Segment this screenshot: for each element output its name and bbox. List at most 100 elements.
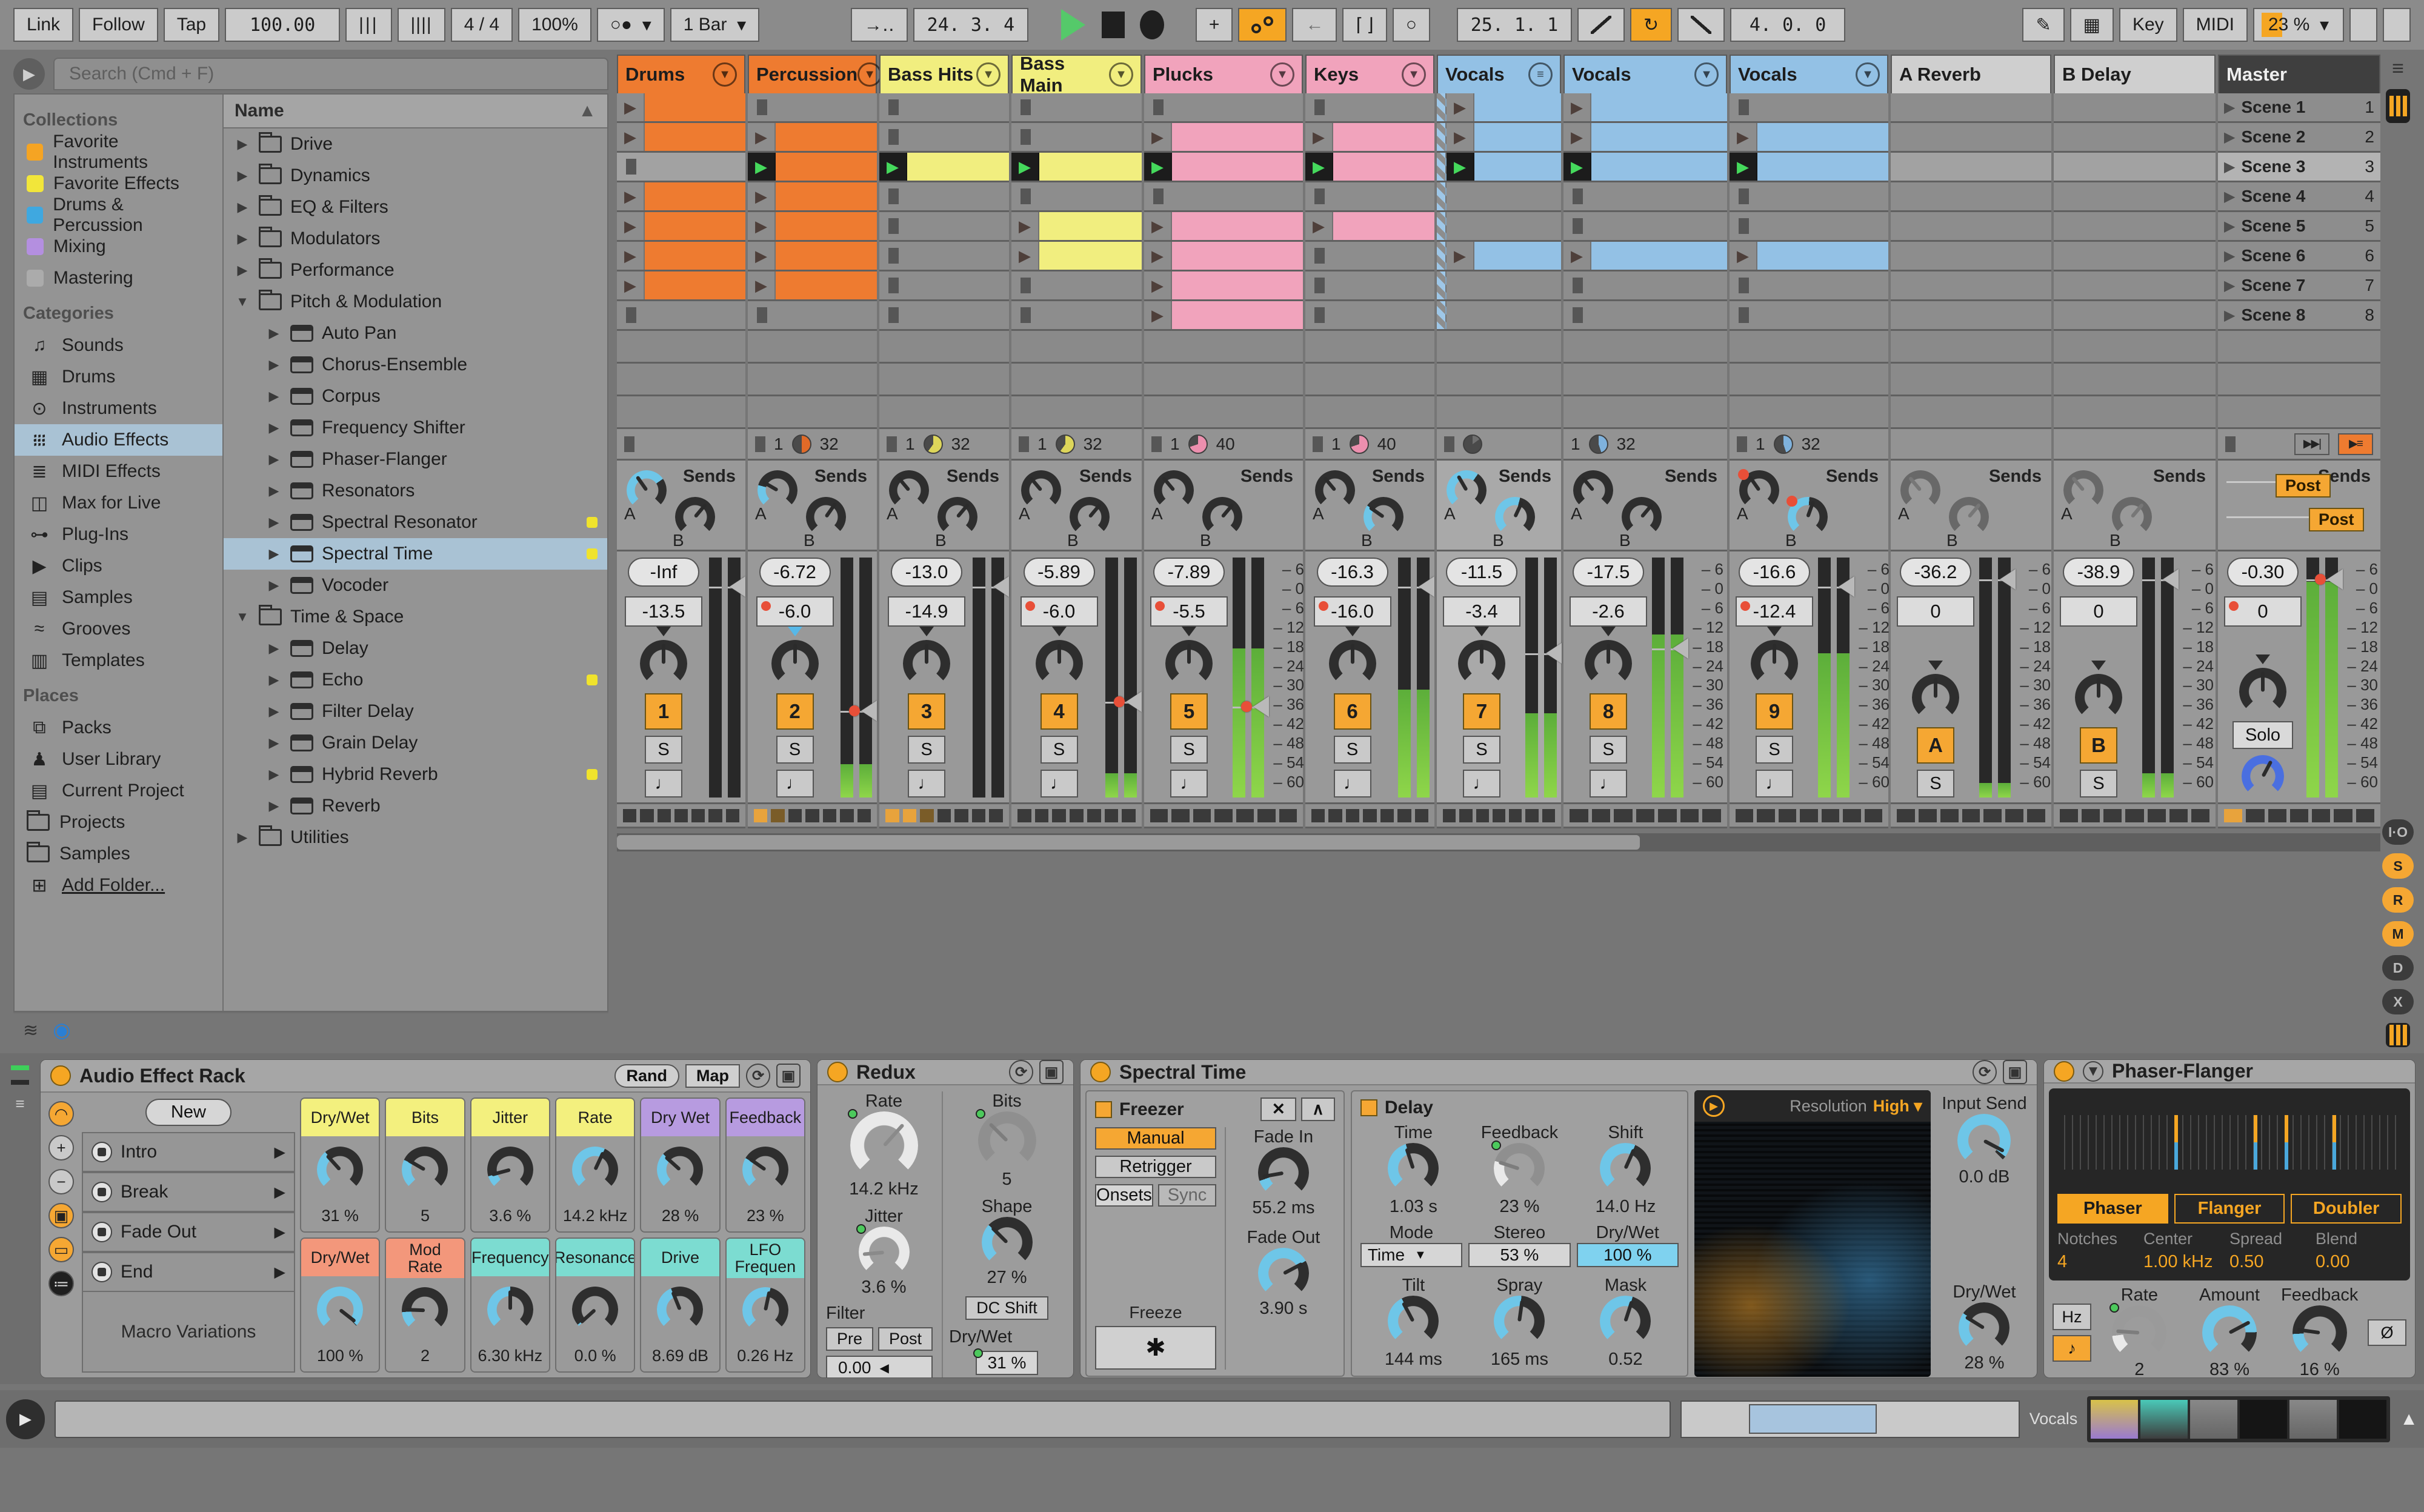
device-chain-minimap[interactable] [2087, 1396, 2391, 1442]
clip-slot[interactable] [1730, 301, 1888, 331]
freezer-x-button[interactable]: ✕ [1260, 1097, 1297, 1121]
clip-slot[interactable]: ▶ [1144, 301, 1303, 331]
volume-field[interactable]: 0 [2224, 596, 2302, 627]
clip-slot[interactable] [1891, 301, 2051, 331]
scene-menu-icon[interactable]: ≡ [2392, 57, 2404, 81]
browser-row-hybrid-reverb[interactable]: ▶ Hybrid Reverb [224, 759, 607, 790]
clip-stop-button[interactable] [748, 93, 776, 121]
clip-stop-button[interactable] [1144, 93, 1172, 121]
track-menu-icon[interactable]: ▼ [1694, 62, 1719, 87]
clip-play-button[interactable]: ▶ [1305, 123, 1333, 151]
clip-stop-button[interactable] [617, 153, 645, 181]
disclosure-triangle[interactable]: ▶ [266, 325, 282, 341]
variation-row-intro[interactable]: Intro ▶ [82, 1132, 295, 1172]
macro-dial[interactable] [317, 1147, 364, 1193]
clip-slot[interactable] [879, 271, 1009, 301]
clip-slot[interactable]: ▶ [748, 271, 877, 301]
stop-all-icon[interactable] [755, 436, 765, 452]
volume-fader-handle[interactable] [2315, 568, 2343, 590]
delay-mask-knob[interactable] [1600, 1296, 1651, 1347]
redux-bits-value[interactable]: 5 [1002, 1170, 1011, 1190]
sidebar-item-drums-percussion[interactable]: Drums & Percussion [15, 195, 222, 235]
resolution-select[interactable]: High ▾ [1873, 1097, 1922, 1116]
track-activator-button[interactable]: 5 [1170, 693, 1208, 730]
redux-drywet-field[interactable]: 31 % [973, 1348, 1039, 1375]
clip-body[interactable] [1757, 153, 1888, 181]
macro-dial[interactable] [317, 1287, 364, 1333]
info-icon[interactable]: ◉ [53, 1018, 71, 1042]
arm-button[interactable]: ♩ [1333, 770, 1371, 798]
clip-slot[interactable]: ▶ [1144, 271, 1303, 301]
groove-nudge-down-icon[interactable]: ||| [345, 8, 392, 42]
clip-play-button[interactable]: ▶ [1563, 123, 1591, 151]
disclosure-triangle[interactable]: ▶ [235, 231, 250, 247]
browser-row-reverb[interactable]: ▶ Reverb [224, 790, 607, 822]
volume-fader-handle[interactable] [993, 576, 1009, 597]
volume-field[interactable]: -6.0 [756, 596, 834, 627]
clip-stop-button[interactable] [1011, 93, 1039, 121]
clip-body[interactable] [1172, 301, 1303, 329]
clip-stop-button[interactable] [879, 182, 907, 210]
clip-body[interactable] [1333, 153, 1434, 181]
clip-stop-button[interactable] [879, 242, 907, 270]
clip-slot[interactable] [1305, 301, 1434, 331]
device-scrollbar[interactable] [55, 1400, 1671, 1438]
redux-filter-post-button[interactable]: Post [878, 1327, 933, 1351]
phaser-center-value[interactable]: 1.00 kHz [2143, 1252, 2229, 1272]
rack-rand-button[interactable]: Rand [614, 1064, 679, 1088]
scene-slot-1[interactable]: ▶ Scene 1 1 [2218, 93, 2380, 123]
stop-button[interactable] [1101, 12, 1125, 38]
clip-stop-button[interactable] [1011, 123, 1039, 151]
delay-time-knob[interactable] [1388, 1143, 1439, 1194]
clip-playing-button[interactable]: ▶ [879, 153, 907, 181]
sidebar-item-favorite-instruments[interactable]: Favorite Instruments [15, 132, 222, 172]
clip-play-button[interactable]: ▶ [748, 123, 776, 151]
clip-slot[interactable]: ▶ [1437, 242, 1561, 271]
redux-jitter-knob[interactable] [856, 1224, 910, 1277]
macro-knob-1[interactable]: Dry/Wet 31 % [300, 1097, 381, 1233]
clip-slot[interactable] [2054, 182, 2216, 212]
scene-play-icon[interactable]: ▶ [2224, 218, 2235, 235]
clip-slot[interactable] [2054, 271, 2216, 301]
clip-body[interactable] [1039, 153, 1142, 181]
phaser-rate-value[interactable]: 2 [2134, 1360, 2144, 1377]
clip-slot[interactable]: ▶ [1437, 153, 1561, 182]
clip-stop-button[interactable] [1563, 271, 1591, 299]
output-meter-value[interactable]: -16.6 [1739, 558, 1810, 587]
clip-slot[interactable]: ▶ [1011, 242, 1142, 271]
browser-row-vocoder[interactable]: ▶ Vocoder [224, 570, 607, 601]
volume-field[interactable]: -3.4 [1443, 596, 1520, 627]
rack-map-button[interactable]: Map [685, 1064, 740, 1088]
clip-slot[interactable] [1144, 182, 1303, 212]
track-header-5[interactable]: Keys ▼ [1305, 55, 1434, 93]
arm-button[interactable]: ♩ [776, 770, 814, 798]
volume-fader-handle[interactable] [1673, 638, 1688, 659]
clip-slot[interactable] [1891, 242, 2051, 271]
clip-play-button[interactable]: ▶ [1730, 242, 1757, 270]
follow-playback-icon[interactable]: →‥ [850, 8, 908, 42]
punch-in-position-field[interactable]: 25. 1. 1 [1457, 8, 1572, 42]
volume-field[interactable]: 0 [1897, 596, 1974, 627]
sidebar-item-current-project[interactable]: ▤ Current Project [15, 775, 222, 807]
clip-play-button[interactable]: ▶ [748, 242, 776, 270]
macro-knob-4[interactable]: Rate 14.2 kHz [554, 1097, 636, 1233]
disclosure-triangle[interactable]: ▶ [266, 767, 282, 782]
macro-dial[interactable] [657, 1287, 704, 1333]
redux-shape-value[interactable]: 27 % [987, 1268, 1027, 1288]
clip-slot[interactable] [1563, 182, 1727, 212]
phaser-hz-button[interactable]: Hz [2053, 1304, 2091, 1330]
track-header-4[interactable]: Plucks ▼ [1144, 55, 1303, 93]
clip-play-button[interactable]: ▶ [1447, 93, 1474, 121]
tempo-field[interactable]: 100.00 [225, 8, 341, 42]
clip-slot[interactable]: ▶ [1563, 93, 1727, 123]
clip-slot[interactable] [1730, 182, 1888, 212]
macro-knob-6[interactable]: Feedback 23 % [725, 1097, 805, 1233]
delay-spray-knob[interactable] [1494, 1296, 1545, 1347]
phaser-spread-value[interactable]: 0.50 [2229, 1252, 2316, 1272]
clip-slot[interactable] [1730, 271, 1888, 301]
disclosure-triangle[interactable]: ▶ [266, 798, 282, 814]
tap-tempo-button[interactable]: Tap [163, 8, 220, 42]
x-section-toggle[interactable]: X [2382, 989, 2414, 1014]
clip-body[interactable] [1172, 242, 1303, 270]
phaser-tab-flanger[interactable]: Flanger [2174, 1194, 2285, 1224]
